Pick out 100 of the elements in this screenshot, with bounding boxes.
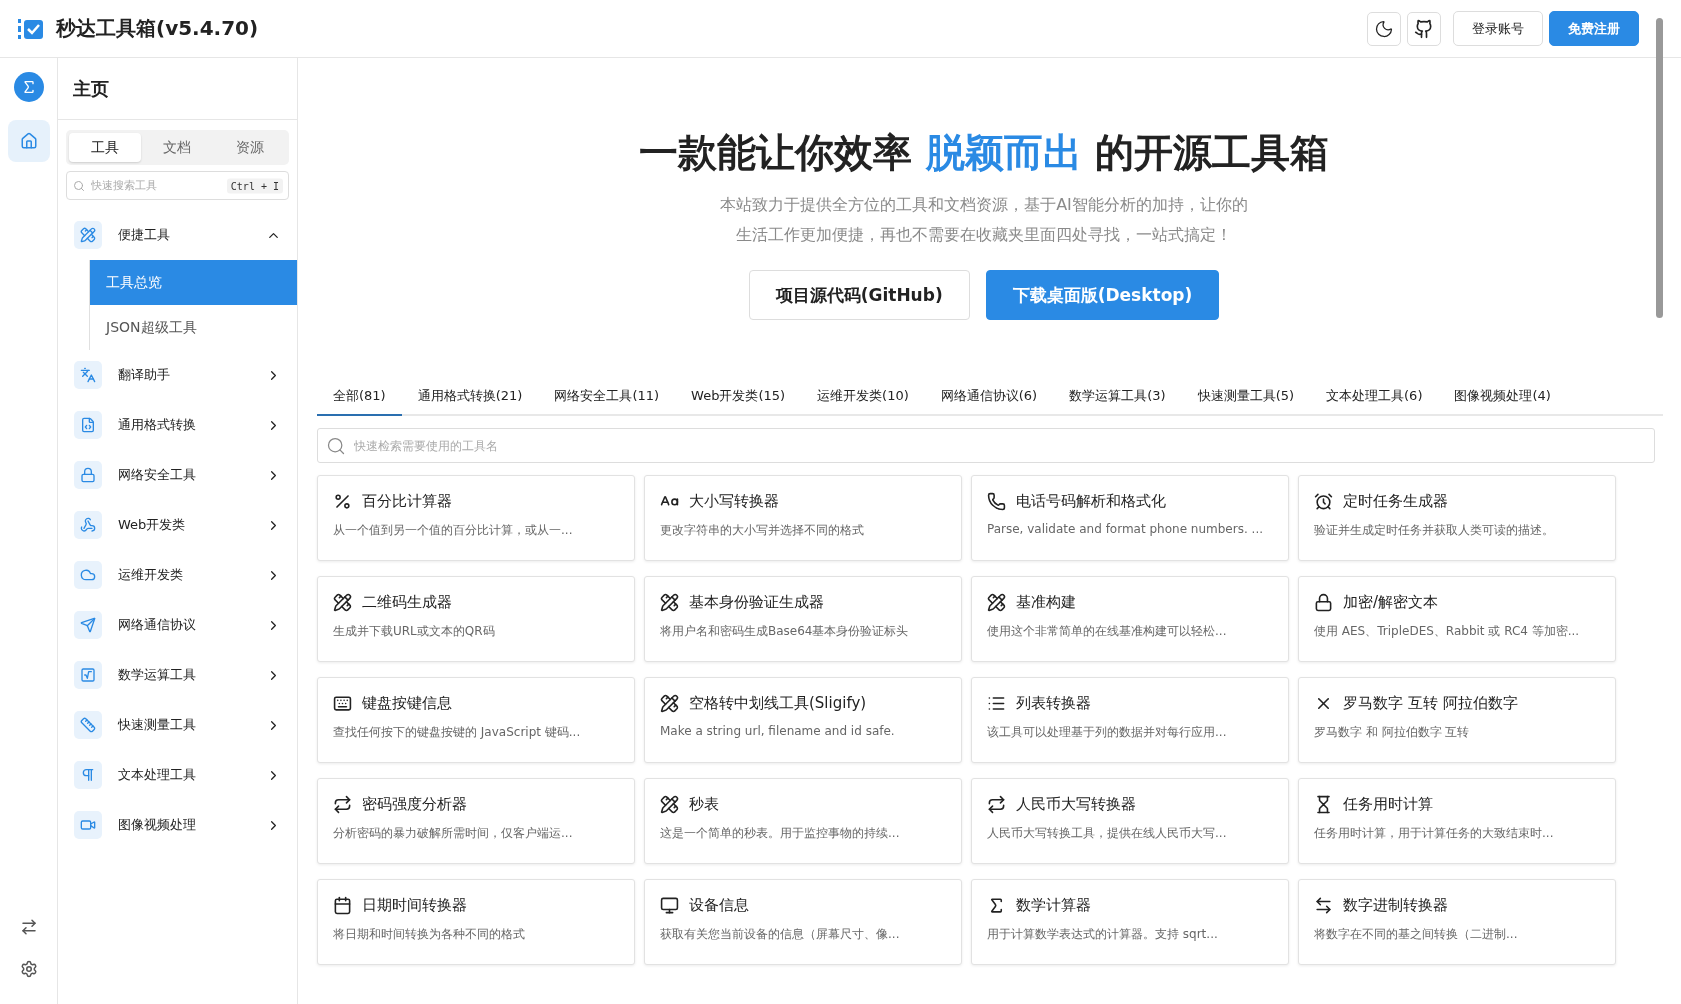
- category-tab[interactable]: Web开发类(15): [675, 377, 802, 416]
- tool-card[interactable]: 罗马数字 互转 阿拉伯数字 罗马数字 和 阿拉伯数字 互转: [1298, 677, 1616, 763]
- tools-icon: [987, 593, 1006, 612]
- tool-card[interactable]: 人民币大写转换器 人民币大写转换工具，提供在线人民币大写...: [971, 778, 1289, 864]
- tool-card[interactable]: 设备信息 获取有关您当前设备的信息（屏幕尺寸、像...: [644, 879, 962, 965]
- sidebar-tab[interactable]: 资源: [213, 133, 286, 162]
- tool-title: 日期时间转换器: [362, 896, 467, 915]
- calendar-icon: [333, 896, 352, 915]
- search-icon: [73, 179, 85, 192]
- category-tab[interactable]: 全部(81): [317, 377, 402, 416]
- tool-card[interactable]: 任务用时计算 任务用时计算，用于计算任务的大致结束时...: [1298, 778, 1616, 864]
- category-tab[interactable]: 网络安全工具(11): [538, 377, 676, 416]
- tool-title: 数字进制转换器: [1343, 896, 1448, 915]
- sidebar-group[interactable]: 网络安全工具: [58, 450, 297, 500]
- tool-description: 验证并生成定时任务并获取人类可读的描述。: [1314, 522, 1555, 539]
- repeat-icon: [333, 795, 352, 814]
- sidebar-group[interactable]: 数学运算工具: [58, 650, 297, 700]
- hero-title: 一款能让你效率 脱颖而出 的开源工具箱: [638, 129, 1330, 177]
- tool-title: 键盘按键信息: [362, 694, 452, 713]
- category-tab[interactable]: 快速测量工具(5): [1181, 377, 1311, 416]
- category-tab[interactable]: 图像视频处理(4): [1438, 377, 1567, 416]
- tool-title: 设备信息: [689, 896, 749, 915]
- monitor-icon: [660, 896, 679, 915]
- tool-card[interactable]: 百分比计算器 从一个值到另一个值的百分比计算，或从一...: [317, 475, 635, 561]
- sidebar-group[interactable]: 文本处理工具: [58, 750, 297, 800]
- phone-icon: [987, 492, 1006, 511]
- sidebar-group[interactable]: 图像视频处理: [58, 800, 297, 850]
- sidebar-tab[interactable]: 文档: [141, 133, 214, 162]
- square-root-icon: [80, 667, 96, 683]
- avatar[interactable]: [13, 72, 44, 102]
- send-icon: [80, 617, 96, 633]
- category-tab[interactable]: 通用格式转换(21): [401, 377, 539, 416]
- source-code-button[interactable]: 项目源代码(GitHub): [748, 270, 970, 320]
- tool-card[interactable]: 基本身份验证生成器 将用户名和密码生成Base64基本身份验证标头: [644, 576, 962, 662]
- swap-arrows-icon: [19, 918, 38, 936]
- tool-title: 数学计算器: [1016, 896, 1091, 915]
- tool-description: 更改字符串的大小写并选择不同的格式: [660, 522, 865, 539]
- download-button[interactable]: 下载桌面版(Desktop): [985, 270, 1220, 320]
- group-label: 快速测量工具: [118, 716, 197, 734]
- group-label: 网络安全工具: [118, 466, 197, 484]
- sidebar-group[interactable]: 翻译助手: [58, 350, 297, 400]
- sidebar-title: 主页: [58, 58, 297, 120]
- tool-card[interactable]: 大小写转换器 更改字符串的大小写并选择不同的格式: [644, 475, 962, 561]
- tool-title: 定时任务生成器: [1343, 492, 1448, 511]
- home-button[interactable]: [7, 120, 50, 162]
- dark-mode-button[interactable]: [1367, 11, 1401, 46]
- tool-description: 该工具可以处理基于列的数据并对每行应用...: [987, 724, 1228, 741]
- category-tab[interactable]: 网络通信协议(6): [924, 377, 1054, 416]
- file-icon: [80, 417, 96, 433]
- tool-title: 基本身份验证生成器: [689, 593, 824, 612]
- tools-icon: [660, 593, 679, 612]
- tools-icon: [333, 593, 352, 612]
- tool-card[interactable]: 秒表 这是一个简单的秒表。用于监控事物的持续...: [644, 778, 962, 864]
- sidebar-item[interactable]: JSON超级工具: [90, 305, 297, 350]
- sidebar-group[interactable]: 通用格式转换: [58, 400, 297, 450]
- login-button[interactable]: 登录账号: [1453, 11, 1543, 46]
- tool-card[interactable]: 加密/解密文本 使用 AES、TripleDES、Rabbit 或 RC4 等加密...: [1298, 576, 1616, 662]
- tool-card[interactable]: 定时任务生成器 验证并生成定时任务并获取人类可读的描述。: [1298, 475, 1616, 561]
- tool-card[interactable]: 列表转换器 该工具可以处理基于列的数据并对每行应用...: [971, 677, 1289, 763]
- sidebar-group[interactable]: 便捷工具: [58, 210, 297, 260]
- category-tab[interactable]: 数学运算工具(3): [1053, 377, 1182, 416]
- sidebar-group[interactable]: 快速测量工具: [58, 700, 297, 750]
- tool-card[interactable]: 数字进制转换器 将数字在不同的基之间转换（二进制...: [1298, 879, 1616, 965]
- tool-title: 罗马数字 互转 阿拉伯数字: [1343, 694, 1518, 713]
- tool-search-field[interactable]: 快速检索需要使用的工具名: [317, 428, 1655, 463]
- tool-description: 生成并下载URL或文本的QR码: [333, 623, 496, 640]
- tool-card[interactable]: 键盘按键信息 查找任何按下的键盘按键的 JavaScript 键码...: [317, 677, 635, 763]
- sidebar-item[interactable]: 工具总览: [90, 260, 297, 305]
- home-icon: [19, 132, 38, 150]
- repeat-icon: [987, 795, 1006, 814]
- tool-title: 列表转换器: [1016, 694, 1091, 713]
- group-label: 便捷工具: [118, 226, 171, 244]
- github-button[interactable]: [1407, 11, 1441, 46]
- register-button[interactable]: 免费注册: [1549, 11, 1639, 46]
- tool-card[interactable]: 日期时间转换器 将日期和时间转换为各种不同的格式: [317, 879, 635, 965]
- translate-icon: [80, 367, 96, 383]
- percent-icon: [333, 492, 352, 511]
- ruler-icon: [80, 717, 96, 733]
- group-label: 翻译助手: [118, 366, 171, 384]
- tools-icon: [80, 227, 96, 243]
- moon-icon: [1374, 18, 1394, 39]
- sidebar-group[interactable]: Web开发类: [58, 500, 297, 550]
- sidebar-group[interactable]: 运维开发类: [58, 550, 297, 600]
- tool-title: 大小写转换器: [689, 492, 779, 511]
- search-icon: [326, 435, 346, 456]
- tool-card[interactable]: 密码强度分析器 分析密码的暴力破解所需时间，仅客户端运...: [317, 778, 635, 864]
- sidebar-group[interactable]: 网络通信协议: [58, 600, 297, 650]
- tool-card[interactable]: 空格转中划线工具(Sligify) Make a string url, filename and id safe.: [644, 677, 962, 763]
- group-label: 通用格式转换: [118, 416, 197, 434]
- tool-description: 获取有关您当前设备的信息（屏幕尺寸、像...: [660, 926, 901, 943]
- tool-description: 人民币大写转换工具，提供在线人民币大写...: [987, 825, 1228, 842]
- tool-card[interactable]: 数学计算器 用于计算数学表达式的计算器。支持 sqrt...: [971, 879, 1289, 965]
- category-tab[interactable]: 运维开发类(10): [801, 377, 925, 416]
- tool-description: 用于计算数学表达式的计算器。支持 sqrt...: [987, 926, 1219, 943]
- tool-card[interactable]: 电话号码解析和格式化 Parse, validate and format phone numbers. ...: [971, 475, 1289, 561]
- sidebar-tab[interactable]: 工具: [69, 133, 142, 162]
- tool-card[interactable]: 二维码生成器 生成并下载URL或文本的QR码: [317, 576, 635, 662]
- tool-card[interactable]: 基准构建 使用这个非常简单的在线基准构建可以轻松...: [971, 576, 1289, 662]
- category-tab[interactable]: 文本处理工具(6): [1310, 377, 1439, 416]
- tool-title: 二维码生成器: [362, 593, 452, 612]
